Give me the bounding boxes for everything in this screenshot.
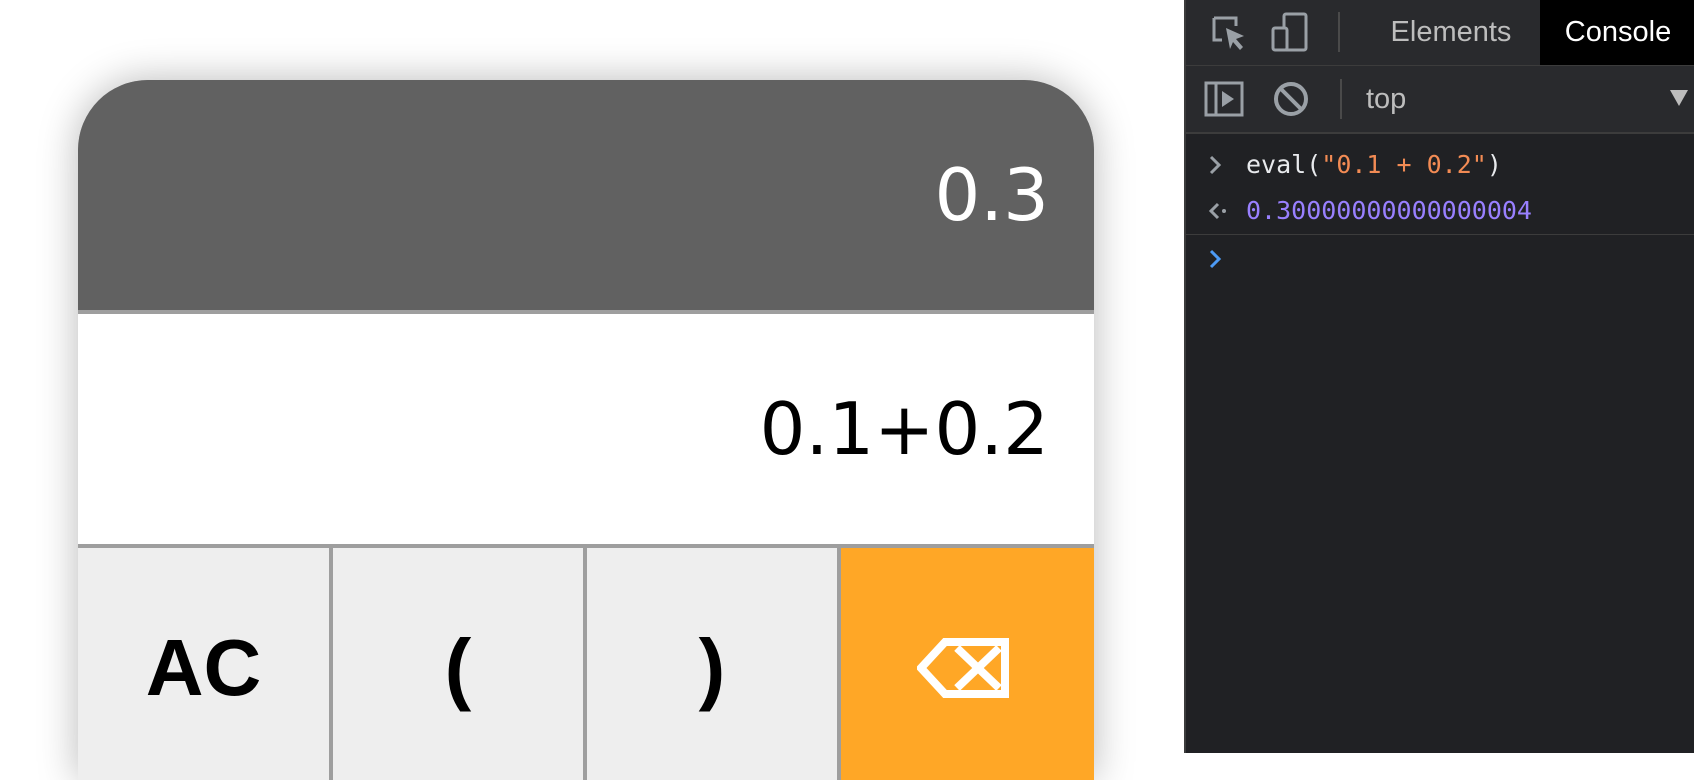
code-string: "0.1 + 0.2"	[1321, 150, 1487, 179]
backspace-button[interactable]	[841, 548, 1094, 780]
close-paren-button[interactable]: )	[587, 548, 837, 780]
open-paren-button[interactable]: (	[333, 548, 583, 780]
ac-button[interactable]: AC	[78, 548, 329, 780]
code-close: )	[1486, 150, 1502, 179]
result-display: 0.3	[78, 80, 1094, 310]
code-call: eval(	[1246, 150, 1322, 179]
devtools-tabbar: Elements Console	[1186, 0, 1694, 66]
console-output: eval("0.1 + 0.2") 0.30000000000000004	[1186, 134, 1694, 753]
console-toolbar: top	[1186, 66, 1694, 134]
console-input-line: eval("0.1 + 0.2")	[1186, 142, 1694, 188]
prompt-chevron-icon	[1208, 236, 1228, 297]
clear-console-icon[interactable]	[1272, 80, 1310, 122]
backspace-icon	[917, 638, 1009, 698]
inspect-icon[interactable]	[1210, 14, 1250, 58]
console-result-value: 0.30000000000000004	[1246, 196, 1532, 225]
devtools-panel: Elements Console top eval("0.1 + 0.2") 0…	[1184, 0, 1694, 753]
keypad: AC ( )	[78, 548, 1094, 780]
context-selector[interactable]: top	[1366, 66, 1406, 132]
dropdown-arrow-icon[interactable]	[1670, 90, 1688, 106]
calculator: 0.3 0.1+0.2 AC ( )	[78, 80, 1094, 780]
toolbar-separator	[1340, 79, 1342, 119]
device-toolbar-icon[interactable]	[1270, 12, 1310, 58]
tab-console[interactable]: Console	[1540, 0, 1694, 65]
expression-display: 0.1+0.2	[78, 314, 1094, 544]
sidebar-toggle-icon[interactable]	[1204, 80, 1244, 122]
toolbar-separator	[1338, 12, 1340, 52]
console-prompt-line[interactable]	[1186, 236, 1694, 282]
tab-elements[interactable]: Elements	[1346, 0, 1556, 65]
console-result-line: 0.30000000000000004	[1186, 188, 1694, 235]
